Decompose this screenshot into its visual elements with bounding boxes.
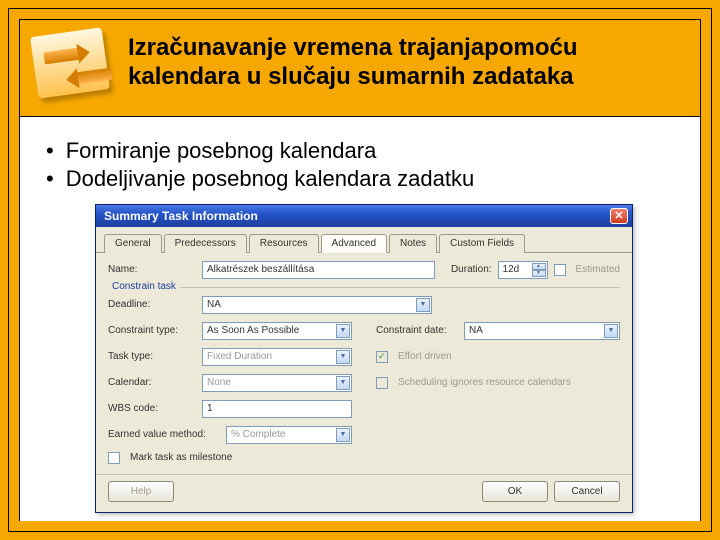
dropdown-icon[interactable]: ▼: [336, 428, 350, 442]
cancel-button-label: Cancel: [571, 486, 602, 497]
scheduling-ignores-label: Scheduling ignores resource calendars: [398, 377, 571, 388]
task-type-row: Task type: Fixed Duration ▼ Effort drive…: [108, 348, 620, 366]
bullet-item: • Formiranje posebnog kalendara: [38, 137, 690, 165]
dialog-tabs: General Predecessors Resources Advanced …: [96, 227, 632, 253]
milestone-label: Mark task as milestone: [130, 452, 232, 463]
close-button[interactable]: ✕: [610, 208, 628, 224]
dropdown-icon[interactable]: ▼: [604, 324, 618, 338]
slide-inner-frame: Izračunavanje vremena trajanjapomoću kal…: [19, 19, 701, 521]
slide-title: Izračunavanje vremena trajanjapomoću kal…: [128, 28, 686, 92]
dropdown-icon[interactable]: ▼: [336, 376, 350, 390]
slide-header: Izračunavanje vremena trajanjapomoću kal…: [20, 20, 700, 116]
bullet-item: • Dodeljivanje posebnog kalendara zadatk…: [38, 165, 690, 193]
cancel-button[interactable]: Cancel: [554, 481, 620, 502]
bullet-text: Formiranje posebnog kalendara: [66, 138, 377, 164]
effort-driven-label: Effort driven: [398, 351, 452, 362]
bullet-dot-icon: •: [46, 138, 54, 164]
deadline-row: Deadline: NA ▼: [108, 296, 620, 314]
calendar-value: None: [207, 377, 231, 388]
tab-general[interactable]: General: [104, 234, 162, 253]
constrain-section-label: Constrain task: [108, 281, 180, 292]
name-label: Name:: [108, 264, 196, 275]
task-type-label: Task type:: [108, 351, 196, 362]
tab-predecessors[interactable]: Predecessors: [164, 234, 247, 253]
slide-outer-frame: Izračunavanje vremena trajanjapomoću kal…: [8, 8, 712, 532]
deadline-field[interactable]: NA ▼: [202, 296, 432, 314]
dropdown-icon[interactable]: ▼: [416, 298, 430, 312]
tab-notes[interactable]: Notes: [389, 234, 437, 253]
tab-advanced[interactable]: Advanced: [321, 234, 387, 253]
milestone-checkbox[interactable]: [108, 452, 120, 464]
constraint-type-value: As Soon As Possible: [207, 325, 299, 336]
milestone-row: Mark task as milestone: [108, 452, 620, 464]
constraint-date-value: NA: [469, 325, 483, 336]
summary-task-information-dialog: Summary Task Information ✕ General Prede…: [95, 204, 633, 513]
close-icon: ✕: [614, 209, 623, 222]
dialog-button-row: Help OK Cancel: [96, 474, 632, 512]
calendar-field[interactable]: None ▼: [202, 374, 352, 392]
ok-button[interactable]: OK: [482, 481, 548, 502]
dialog-form: Name: Alkatrészek beszállítása Duration:…: [96, 253, 632, 472]
duration-spinner[interactable]: ▲▼: [532, 263, 546, 277]
constraint-date-label: Constraint date:: [376, 325, 458, 336]
scheduling-ignores-checkbox: [376, 377, 388, 389]
constraint-date-field[interactable]: NA ▼: [464, 322, 620, 340]
tab-custom-fields[interactable]: Custom Fields: [439, 234, 525, 253]
name-field[interactable]: Alkatrészek beszállítása: [202, 261, 435, 279]
earned-value-value: % Complete: [231, 429, 285, 440]
arrows-card-icon: [26, 28, 114, 100]
bullet-list: • Formiranje posebnog kalendara • Dodelj…: [38, 137, 690, 194]
effort-driven-checkbox[interactable]: [376, 351, 388, 363]
wbs-row: WBS code: 1: [108, 400, 620, 418]
constrain-section: Constrain task Deadline: NA ▼ Constraint…: [108, 287, 620, 340]
bullet-dot-icon: •: [46, 166, 54, 192]
calendar-label: Calendar:: [108, 377, 196, 388]
wbs-field[interactable]: 1: [202, 400, 352, 418]
dropdown-icon[interactable]: ▼: [336, 324, 350, 338]
calendar-row: Calendar: None ▼ Scheduling ignores reso…: [108, 374, 620, 392]
wbs-label: WBS code:: [108, 403, 196, 414]
help-button-label: Help: [131, 486, 152, 497]
duration-field[interactable]: 12d ▲▼: [498, 261, 548, 279]
earned-value-field[interactable]: % Complete ▼: [226, 426, 352, 444]
bullet-text: Dodeljivanje posebnog kalendara zadatku: [66, 166, 475, 192]
help-button[interactable]: Help: [108, 481, 174, 502]
task-type-value: Fixed Duration: [207, 351, 272, 362]
duration-value: 12d: [503, 264, 520, 275]
dialog-titlebar[interactable]: Summary Task Information ✕: [96, 205, 632, 227]
deadline-label: Deadline:: [108, 299, 196, 310]
tab-resources[interactable]: Resources: [249, 234, 319, 253]
earned-value-label: Earned value method:: [108, 429, 220, 440]
name-value: Alkatrészek beszállítása: [207, 264, 314, 275]
name-row: Name: Alkatrészek beszállítása Duration:…: [108, 261, 620, 279]
dropdown-icon[interactable]: ▼: [336, 350, 350, 364]
constraint-type-label: Constraint type:: [108, 325, 196, 336]
slide-body: • Formiranje posebnog kalendara • Dodelj…: [20, 116, 700, 521]
estimated-checkbox[interactable]: [554, 264, 566, 276]
earned-value-row: Earned value method: % Complete ▼: [108, 426, 620, 444]
constraint-type-field[interactable]: As Soon As Possible ▼: [202, 322, 352, 340]
duration-label: Duration:: [451, 264, 492, 275]
ok-button-label: OK: [508, 486, 522, 497]
constraint-type-row: Constraint type: As Soon As Possible ▼ C…: [108, 322, 620, 340]
dialog-title: Summary Task Information: [104, 209, 258, 223]
estimated-label: Estimated: [576, 264, 620, 275]
wbs-value: 1: [207, 403, 213, 414]
task-type-field[interactable]: Fixed Duration ▼: [202, 348, 352, 366]
deadline-value: NA: [207, 299, 221, 310]
